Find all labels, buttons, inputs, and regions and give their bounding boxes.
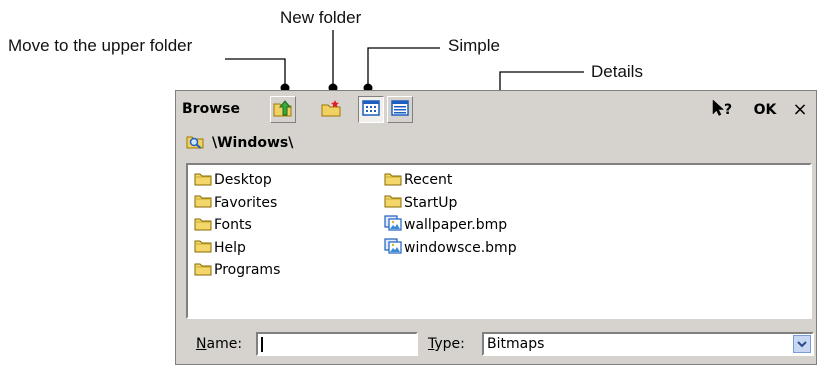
up-folder-button[interactable] — [270, 96, 296, 123]
list-view-icon — [362, 99, 380, 120]
type-label: Type: — [428, 336, 465, 352]
folder-search-icon — [186, 133, 206, 153]
file-list-column-right: Recent StartUp wallpaper.bmp windowsce.bmp — [384, 169, 517, 259]
close-icon: × — [792, 99, 808, 120]
bottom-bar: Name: Type: Bitmaps — [176, 324, 816, 364]
file-item[interactable]: wallpaper.bmp — [384, 214, 517, 237]
file-item-label: Fonts — [214, 217, 252, 234]
simple-view-button[interactable] — [358, 96, 384, 123]
help-cursor-icon: ? — [711, 98, 735, 121]
path-text: \Windows\ — [212, 135, 294, 151]
close-button[interactable]: × — [787, 96, 813, 123]
folder-icon — [194, 238, 212, 257]
file-item[interactable]: Fonts — [194, 214, 280, 237]
folder-icon — [194, 193, 212, 212]
file-item-label: StartUp — [404, 194, 458, 211]
callout-new-folder: New folder — [280, 8, 362, 27]
details-view-icon — [391, 99, 409, 120]
file-item[interactable]: StartUp — [384, 192, 517, 215]
type-select-value: Bitmaps — [487, 336, 545, 352]
file-item-label: windowsce.bmp — [404, 239, 517, 256]
leader-simple — [367, 47, 440, 86]
file-item-label: Desktop — [214, 172, 272, 189]
callout-upper-folder: Move to the upper folder — [8, 36, 193, 55]
new-folder-button[interactable] — [318, 96, 344, 123]
file-item-label: Help — [214, 239, 246, 256]
file-item-label: wallpaper.bmp — [404, 217, 508, 234]
bitmap-file-icon — [384, 215, 402, 235]
folder-icon — [194, 216, 212, 235]
file-item[interactable]: Help — [194, 237, 280, 260]
file-item[interactable]: windowsce.bmp — [384, 237, 517, 260]
file-item-label: Favorites — [214, 194, 278, 211]
bitmap-file-icon — [384, 238, 402, 258]
text-caret — [261, 337, 263, 352]
up-folder-icon — [273, 99, 293, 121]
file-list[interactable]: Desktop Favorites Fonts Help Programs Recent… — [186, 163, 812, 319]
ok-button[interactable]: OK — [752, 96, 778, 123]
help-button[interactable]: ? — [710, 96, 736, 123]
details-view-button[interactable] — [387, 96, 413, 123]
chevron-down-icon — [797, 336, 807, 352]
file-list-column-left: Desktop Favorites Fonts Help Programs — [194, 169, 280, 282]
file-item[interactable]: Desktop — [194, 169, 280, 192]
file-item-label: Programs — [214, 262, 281, 279]
dialog-title: Browse — [182, 101, 240, 117]
current-path: \Windows\ — [186, 133, 293, 153]
browse-dialog: Browse ? OK × \Windows\ Desktop Favorite… — [175, 90, 817, 365]
file-item-label: Recent — [404, 172, 453, 189]
new-folder-icon — [321, 99, 341, 121]
folder-icon — [194, 261, 212, 280]
leader-upper-folder — [225, 58, 286, 86]
svg-text:?: ? — [724, 102, 732, 117]
file-item[interactable]: Favorites — [194, 192, 280, 215]
name-input[interactable] — [256, 332, 418, 356]
callout-details: Details — [591, 62, 643, 81]
folder-icon — [384, 171, 402, 190]
type-dropdown-button[interactable] — [793, 335, 811, 353]
callout-simple: Simple — [448, 36, 500, 55]
name-label: Name: — [196, 336, 243, 352]
folder-icon — [194, 171, 212, 190]
folder-icon — [384, 193, 402, 212]
type-select[interactable]: Bitmaps — [482, 332, 814, 356]
file-item[interactable]: Recent — [384, 169, 517, 192]
dialog-titlebar: Browse ? OK × — [176, 91, 816, 127]
file-item[interactable]: Programs — [194, 259, 280, 282]
